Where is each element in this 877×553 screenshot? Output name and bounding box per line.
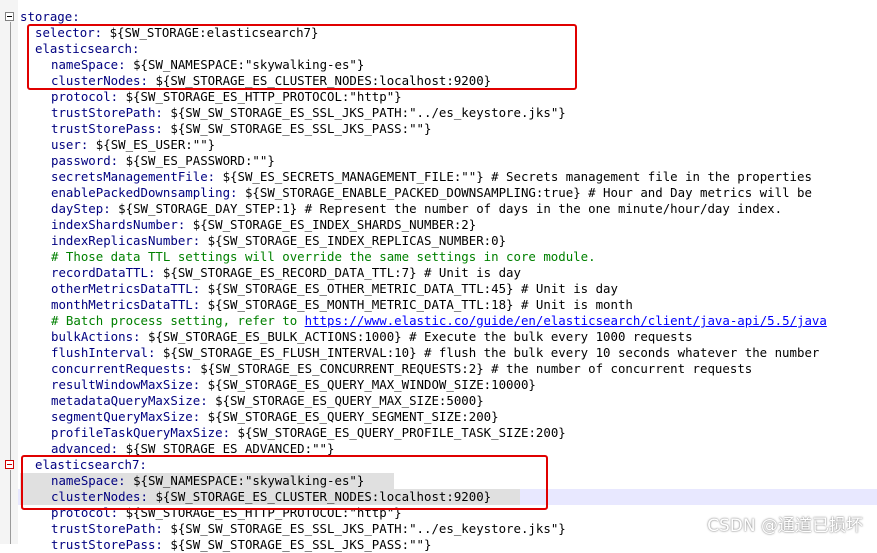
annotation-box	[27, 24, 577, 90]
code-line[interactable]: indexShardsNumber: ${SW_STORAGE_ES_INDEX…	[51, 217, 476, 233]
yaml-value: ${SW_STORAGE_ES_CONCURRENT_REQUESTS:2} #…	[192, 361, 753, 376]
yaml-key: monthMetricsDataTTL:	[51, 297, 201, 312]
yaml-comment: # Batch process setting, refer to	[51, 313, 305, 328]
yaml-value: ${SW_SW_STORAGE_ES_SSL_JKS_PASS:""}	[162, 121, 432, 136]
yaml-key: metadataQueryMaxSize:	[51, 393, 208, 408]
code-line[interactable]: trustStorePass: ${SW_SW_STORAGE_ES_SSL_J…	[51, 121, 431, 137]
yaml-key: protocol:	[51, 89, 119, 104]
yaml-value: ${SW_STORAGE_ES_HTTP_PROTOCOL:"http"}	[118, 89, 402, 104]
yaml-key: trustStorePass:	[51, 537, 163, 552]
yaml-value: ${SW_STORAGE_ES_FLUSH_INTERVAL:10} # flu…	[155, 345, 820, 360]
yaml-key: password:	[51, 153, 119, 168]
code-line[interactable]: otherMetricsDataTTL: ${SW_STORAGE_ES_OTH…	[51, 281, 618, 297]
yaml-key: resultWindowMaxSize:	[51, 377, 201, 392]
yaml-value: ${SW_STORAGE_ES_QUERY_PROFILE_TASK_SIZE:…	[230, 425, 566, 440]
code-line[interactable]: metadataQueryMaxSize: ${SW_STORAGE_ES_QU…	[51, 393, 484, 409]
yaml-value: ${SW_ES_USER:""}	[88, 137, 216, 152]
editor-gutter	[0, 0, 18, 544]
code-line[interactable]: trustStorePass: ${SW_SW_STORAGE_ES_SSL_J…	[51, 537, 431, 553]
yaml-value: ${SW_STORAGE_ES_QUERY_SEGMENT_SIZE:200}	[200, 409, 499, 424]
yaml-value: ${SW_STORAGE_ES_ADVANCED:""}	[118, 441, 335, 456]
code-line[interactable]: protocol: ${SW_STORAGE_ES_HTTP_PROTOCOL:…	[51, 89, 402, 105]
code-line[interactable]: enablePackedDownsampling: ${SW_STORAGE_E…	[51, 185, 812, 201]
yaml-key: trustStorePath:	[51, 521, 163, 536]
yaml-key: recordDataTTL:	[51, 265, 156, 280]
doc-link[interactable]: https://www.elastic.co/guide/en/elastics…	[305, 313, 827, 328]
code-line[interactable]: resultWindowMaxSize: ${SW_STORAGE_ES_QUE…	[51, 377, 536, 393]
yaml-value: ${SW_ES_SECRETS_MANAGEMENT_FILE:""} # Se…	[215, 169, 812, 184]
yaml-value: ${SW_STORAGE_DAY_STEP:1} # Represent the…	[110, 201, 783, 216]
yaml-value: ${SW_STORAGE_ES_OTHER_METRIC_DATA_TTL:45…	[200, 281, 618, 296]
code-line[interactable]: segmentQueryMaxSize: ${SW_STORAGE_ES_QUE…	[51, 409, 499, 425]
yaml-key: trustStorePass:	[51, 121, 163, 136]
yaml-key: bulkActions:	[51, 329, 141, 344]
yaml-key: advanced:	[51, 441, 119, 456]
code-line[interactable]: recordDataTTL: ${SW_STORAGE_ES_RECORD_DA…	[51, 265, 521, 281]
code-line[interactable]: # Those data TTL settings will override …	[51, 249, 596, 265]
code-line[interactable]: storage:	[20, 9, 80, 25]
code-line[interactable]: flushInterval: ${SW_STORAGE_ES_FLUSH_INT…	[51, 345, 819, 361]
code-line[interactable]: dayStep: ${SW_STORAGE_DAY_STEP:1} # Repr…	[51, 201, 782, 217]
code-line[interactable]: monthMetricsDataTTL: ${SW_STORAGE_ES_MON…	[51, 297, 633, 313]
code-line[interactable]: secretsManagementFile: ${SW_ES_SECRETS_M…	[51, 169, 812, 185]
yaml-value: ${SW_STORAGE_ES_BULK_ACTIONS:1000} # Exe…	[140, 329, 693, 344]
yaml-value: ${SW_ES_PASSWORD:""}	[118, 153, 275, 168]
fold-toggle-icon[interactable]	[5, 12, 14, 21]
yaml-key: enablePackedDownsampling:	[51, 185, 238, 200]
yaml-key: indexShardsNumber:	[51, 217, 186, 232]
annotation-box	[21, 455, 548, 510]
code-line[interactable]: user: ${SW_ES_USER:""}	[51, 137, 215, 153]
code-line[interactable]: password: ${SW_ES_PASSWORD:""}	[51, 153, 275, 169]
yaml-key: dayStep:	[51, 201, 111, 216]
yaml-value: ${SW_STORAGE_ES_RECORD_DATA_TTL:7} # Uni…	[155, 265, 521, 280]
code-line[interactable]: indexReplicasNumber: ${SW_STORAGE_ES_IND…	[51, 233, 506, 249]
yaml-value: ${SW_STORAGE_ES_INDEX_REPLICAS_NUMBER:0}	[200, 233, 507, 248]
yaml-value: ${SW_STORAGE_ES_MONTH_METRIC_DATA_TTL:18…	[200, 297, 633, 312]
yaml-value: ${SW_STORAGE_ES_QUERY_MAX_WINDOW_SIZE:10…	[200, 377, 536, 392]
yaml-key: storage:	[20, 9, 80, 24]
code-line[interactable]: # Batch process setting, refer to https:…	[51, 313, 827, 329]
yaml-value: ${SW_SW_STORAGE_ES_SSL_JKS_PATH:"../es_k…	[162, 105, 566, 120]
code-line[interactable]: profileTaskQueryMaxSize: ${SW_STORAGE_ES…	[51, 425, 566, 441]
yaml-key: profileTaskQueryMaxSize:	[51, 425, 231, 440]
yaml-key: segmentQueryMaxSize:	[51, 409, 201, 424]
code-line[interactable]: bulkActions: ${SW_STORAGE_ES_BULK_ACTION…	[51, 329, 693, 345]
yaml-value: ${SW_SW_STORAGE_ES_SSL_JKS_PATH:"../es_k…	[162, 521, 566, 536]
code-line[interactable]: trustStorePath: ${SW_SW_STORAGE_ES_SSL_J…	[51, 105, 566, 121]
yaml-comment: # Those data TTL settings will override …	[51, 249, 596, 264]
yaml-value: ${SW_STORAGE_ES_INDEX_SHARDS_NUMBER:2}	[185, 217, 477, 232]
yaml-key: trustStorePath:	[51, 105, 163, 120]
code-line[interactable]: concurrentRequests: ${SW_STORAGE_ES_CONC…	[51, 361, 752, 377]
yaml-value: ${SW_STORAGE_ES_QUERY_MAX_SIZE:5000}	[207, 393, 484, 408]
yaml-value: ${SW_STORAGE_ENABLE_PACKED_DOWNSAMPLING:…	[237, 185, 812, 200]
fold-guide	[10, 22, 11, 460]
fold-toggle-icon[interactable]	[5, 460, 14, 469]
yaml-key: indexReplicasNumber:	[51, 233, 201, 248]
yaml-key: flushInterval:	[51, 345, 156, 360]
code-line[interactable]: trustStorePath: ${SW_SW_STORAGE_ES_SSL_J…	[51, 521, 566, 537]
yaml-key: concurrentRequests:	[51, 361, 193, 376]
yaml-key: otherMetricsDataTTL:	[51, 281, 201, 296]
watermark: CSDN @通道已损坏	[707, 516, 863, 536]
yaml-key: user:	[51, 137, 89, 152]
fold-guide	[10, 470, 11, 544]
yaml-value: ${SW_SW_STORAGE_ES_SSL_JKS_PASS:""}	[162, 537, 432, 552]
yaml-key: secretsManagementFile:	[51, 169, 216, 184]
